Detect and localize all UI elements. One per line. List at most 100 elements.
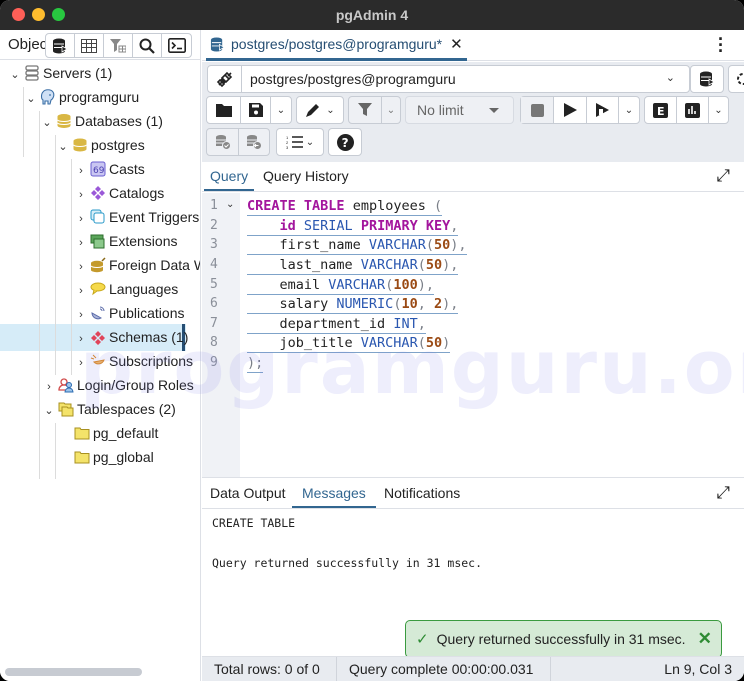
chevron-down-icon[interactable]: ⌄ [40,111,54,135]
code-line: CREATE TABLE employees ( [247,198,443,216]
tree-node-extensions[interactable]: › Extensions [74,229,177,253]
chevron-right-icon[interactable]: › [74,327,88,351]
fold-chevron-icon[interactable]: ⌄ [226,199,234,210]
chevron-down-icon[interactable]: ⌄ [8,63,22,87]
line-number: 9 [210,355,218,370]
tree-node-label: Subscriptions [109,353,194,369]
connection-selector[interactable]: postgres/postgres@programguru ⌄ [207,65,690,93]
help-button[interactable]: ? [328,128,362,156]
chevron-right-icon[interactable]: › [74,279,88,303]
chevron-right-icon[interactable]: › [42,375,56,399]
chevron-right-icon[interactable]: › [74,351,88,375]
tree-node-schemas[interactable]: › Schemas (1) [74,325,188,349]
tree-node-servers[interactable]: ⌄ Servers (1) [8,61,112,85]
svg-text:3: 3 [286,145,289,149]
refresh-connection-button[interactable] [728,65,744,93]
commit-button[interactable] [207,129,239,155]
chevron-right-icon[interactable]: › [74,207,88,231]
play-icon [563,103,577,117]
psql-tool-button[interactable] [162,34,191,57]
tab-data-output[interactable]: Data Output [210,485,286,501]
new-connection-button[interactable] [690,65,724,93]
execute-script-button[interactable] [587,97,619,123]
tab-messages[interactable]: Messages [302,485,366,501]
execute-query-button[interactable] [554,97,587,123]
chevron-down-icon[interactable]: ⌄ [24,87,38,111]
line-number: 3 [210,237,218,252]
open-file-button[interactable] [207,97,241,123]
save-options-dropdown[interactable]: ⌄ [271,97,291,123]
tree-node-label: Schemas (1) [109,329,189,345]
code-line: department_id INT, [247,316,426,334]
edit-button-group[interactable]: ⌄ [296,96,344,124]
query-tool-button[interactable] [46,34,75,57]
status-bar: Total rows: 0 of 0 Query complete 00:00:… [202,656,744,681]
sql-editor[interactable]: 1 ⌄ 2 3 4 5 6 7 8 9 CREATE TABLE employe… [202,193,744,477]
caret-down-icon [489,108,499,113]
explain-options-dropdown[interactable]: ⌄ [709,97,728,123]
query-tool-icon [53,38,68,53]
tab-notifications[interactable]: Notifications [384,485,460,501]
tree-node-pg-default[interactable]: pg_default [72,421,158,445]
connection-status-button[interactable] [208,66,242,92]
query-toolbar: postgres/postgres@programguru ⌄ ⌄ ⌄ ⌄ No… [202,62,744,162]
row-limit-select[interactable]: No limit [405,96,514,124]
tree-node-pg-global[interactable]: pg_global [72,445,154,469]
chevron-right-icon[interactable]: › [74,159,88,183]
chevron-right-icon[interactable]: › [74,303,88,327]
tab-query-history[interactable]: Query History [263,168,349,184]
chevron-right-icon[interactable]: › [74,231,88,255]
tree-node-subscriptions[interactable]: › Subscriptions [74,349,193,373]
minimize-window-button[interactable] [32,8,45,21]
chevron-right-icon[interactable]: › [74,183,88,207]
tab-query-tool[interactable]: postgres/postgres@programguru* ✕ [206,30,467,61]
tree-node-languages[interactable]: › Languages [74,277,178,301]
tree-node-event-triggers[interactable]: › Event Triggers [74,205,199,229]
tree-node-tablespaces[interactable]: ⌄ Tablespaces (2) [42,397,175,423]
tree-node-foreign-data-wrappers[interactable]: › Foreign Data Wrappers [74,253,200,277]
save-file-button[interactable] [241,97,271,123]
event-triggers-icon [90,209,105,224]
stop-query-button[interactable] [521,97,554,123]
horizontal-scrollbar[interactable] [5,668,142,676]
format-sql-button[interactable]: 1 2 3 ⌄ [276,128,324,156]
explain-icon: E [653,102,668,118]
close-toast-icon[interactable]: ✕ [698,629,712,649]
tab-query[interactable]: Query [210,168,248,184]
tree-node-postgres[interactable]: ⌄ postgres [56,133,144,159]
code-line: email VARCHAR(100), [247,277,434,295]
filter-rows-button[interactable] [104,34,133,57]
connection-plug-icon [216,71,232,88]
tree-node-databases[interactable]: ⌄ Databases (1) [40,109,163,133]
query-tool-tabbar: postgres/postgres@programguru* ✕ · · · [202,30,744,61]
chevron-down-icon[interactable]: ⌄ [42,399,56,423]
explain-analyze-button[interactable] [677,97,709,123]
extensions-icon [90,234,105,249]
view-data-button[interactable] [75,34,104,57]
maximize-window-button[interactable] [52,8,65,21]
close-tab-icon[interactable]: ✕ [450,35,463,53]
chevron-down-icon[interactable]: ⌄ [56,135,70,159]
object-explorer-toolbar [45,33,192,58]
explain-button[interactable]: E [645,97,677,123]
query-tool-icon [210,36,225,52]
view-data-icon [81,38,97,53]
expand-editor-icon[interactable]: ⤢ [716,166,730,186]
tree-node-login-group-roles[interactable]: › Login/Group Roles [42,373,194,397]
rollback-button[interactable] [239,129,269,155]
expand-output-icon[interactable]: ⤢ [716,483,730,503]
tree-node-catalogs[interactable]: › Catalogs [74,181,164,205]
pgadmin-window: pgAdmin 4 Object Explorer [0,0,744,681]
checkmark-icon: ✓ [416,631,429,648]
more-options-icon[interactable]: · · · [718,30,724,60]
filter-options-dropdown[interactable]: ⌄ [382,97,400,123]
tree-node-casts[interactable]: › 69 Casts [74,157,145,181]
search-objects-button[interactable] [133,34,162,57]
tree-node-programguru[interactable]: ⌄ programguru [24,85,139,109]
filter-button[interactable] [349,97,382,123]
tree-node-label: Login/Group Roles [77,377,194,393]
close-window-button[interactable] [12,8,25,21]
tree-node-publications[interactable]: › Publications [74,301,184,327]
chevron-right-icon[interactable]: › [74,255,88,277]
execute-options-dropdown[interactable]: ⌄ [619,97,639,123]
